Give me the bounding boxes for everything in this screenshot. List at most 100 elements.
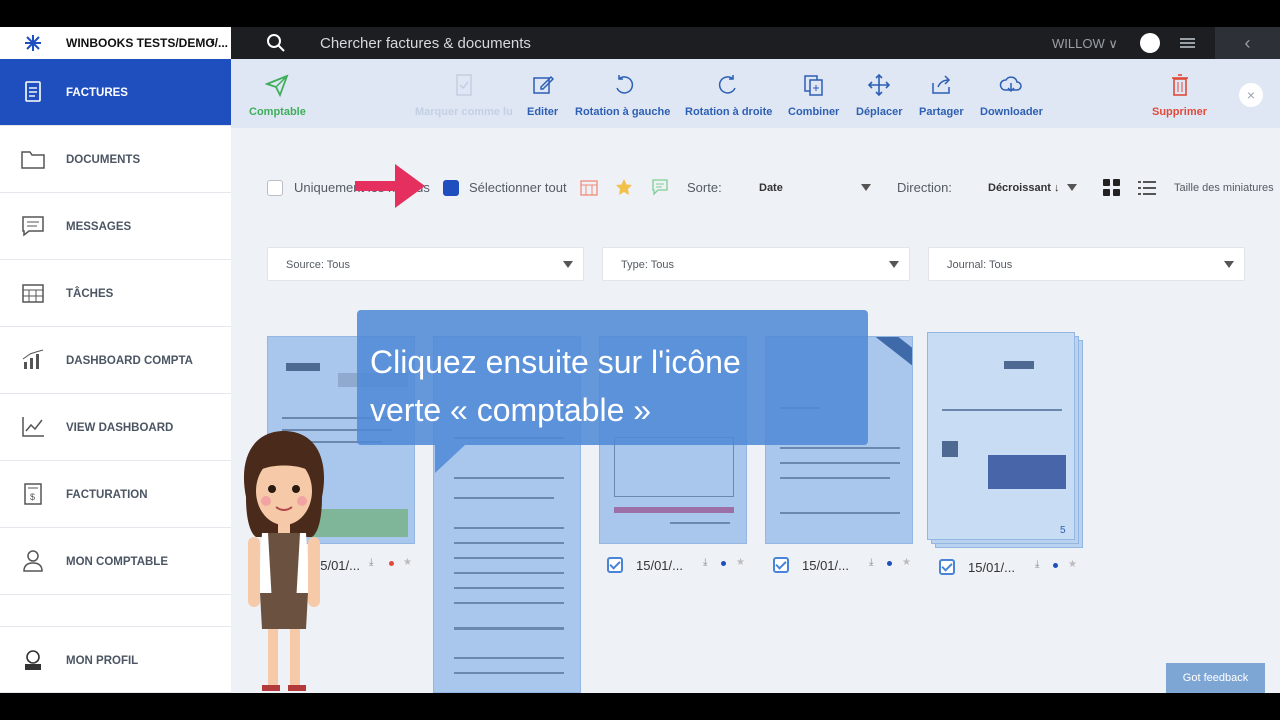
star-icon[interactable]: ★	[403, 557, 412, 568]
sidebar-item-factures[interactable]: FACTURES	[0, 59, 231, 126]
document-check-icon	[456, 74, 472, 96]
share-label: Partager	[919, 106, 964, 118]
sidebar-item-documents[interactable]: DOCUMENTS	[0, 126, 231, 193]
combine-button[interactable]: Combiner	[788, 73, 839, 118]
svg-text:$: $	[30, 492, 35, 502]
feedback-button[interactable]: Got feedback	[1166, 663, 1265, 693]
select-all-checkbox[interactable]	[443, 180, 459, 196]
avatar[interactable]	[1140, 33, 1160, 53]
edit-button[interactable]: Editer	[527, 73, 558, 118]
journal-value: Journal: Tous	[947, 259, 1013, 271]
download-label: Downloader	[980, 106, 1043, 118]
sidebar-item-label: MON COMPTABLE	[66, 556, 169, 568]
sidebar-item-label: VIEW DASHBOARD	[66, 422, 174, 434]
action-toolbar: Comptable Marquer comme lu Editer Rotati…	[231, 59, 1280, 128]
only-unread-checkbox[interactable]	[267, 180, 283, 196]
move-label: Déplacer	[856, 106, 903, 118]
mark-read-button[interactable]: Marquer comme lu	[415, 73, 513, 118]
search-icon[interactable]	[266, 33, 286, 53]
chevron-down-icon	[889, 261, 899, 268]
back-chevron-icon[interactable]: ‹	[210, 33, 215, 51]
source-select[interactable]: Source: Tous	[267, 247, 584, 281]
calendar-filter-icon[interactable]	[580, 178, 598, 196]
sort-select[interactable]: Date	[759, 182, 783, 194]
sidebar-item-label: FACTURATION	[66, 489, 148, 501]
user-menu[interactable]: WILLOW ∨	[1052, 36, 1118, 52]
winbooks-logo-icon	[25, 35, 41, 51]
sidebar-item-label: FACTURES	[66, 87, 128, 99]
sidebar-item-dashboard-compta[interactable]: DASHBOARD COMPTA	[0, 327, 231, 394]
status-dot	[721, 561, 726, 566]
download-icon[interactable]: ⤓	[369, 557, 373, 568]
comptable-label: Comptable	[249, 106, 306, 118]
select-all-label: Sélectionner tout	[469, 180, 567, 195]
status-dot	[887, 561, 892, 566]
star-filter-icon[interactable]	[615, 178, 633, 196]
download-button[interactable]: Downloader	[980, 73, 1043, 118]
edit-label: Editer	[527, 106, 559, 118]
search-input[interactable]: Chercher factures & documents	[320, 35, 531, 52]
sidebar-item-label: TÂCHES	[66, 288, 114, 300]
rotate-right-button[interactable]: Rotation à droite	[685, 73, 772, 118]
chevron-down-icon	[563, 261, 573, 268]
star-icon[interactable]: ★	[902, 557, 911, 568]
type-select[interactable]: Type: Tous	[602, 247, 910, 281]
mark-read-label: Marquer comme lu	[415, 106, 513, 118]
star-icon[interactable]: ★	[1068, 559, 1077, 570]
sort-chevron-down-icon[interactable]	[861, 184, 871, 191]
send-icon	[265, 74, 289, 97]
callout-text: Cliquez ensuite sur l'icône verte « comp…	[370, 338, 741, 434]
close-toolbar-button[interactable]: ×	[1239, 83, 1263, 107]
sidebar-item-mon-profil[interactable]: MON PROFIL	[0, 626, 231, 693]
sidebar-item-mon-comptable[interactable]: MON COMPTABLE	[0, 528, 231, 595]
share-icon	[932, 75, 951, 94]
profile-icon	[25, 650, 41, 670]
move-arrows-icon	[868, 73, 891, 97]
share-button[interactable]: Partager	[919, 73, 964, 118]
document-checkbox[interactable]	[773, 557, 789, 573]
direction-select[interactable]: Décroissant ↓	[988, 182, 1060, 194]
document-checkbox[interactable]	[607, 557, 623, 573]
sidebar-item-label: DASHBOARD COMPTA	[66, 355, 193, 367]
sidebar: FACTURES DOCUMENTS MESSAGES TÂCHES DASHB…	[0, 59, 231, 693]
bar-chart-icon	[22, 349, 44, 369]
comptable-button[interactable]: Comptable	[249, 73, 306, 118]
folder-icon	[21, 151, 45, 169]
journal-select[interactable]: Journal: Tous	[928, 247, 1245, 281]
rotate-left-label: Rotation à gauche	[575, 106, 671, 118]
sidebar-item-facturation[interactable]: $ FACTURATION	[0, 461, 231, 528]
tutorial-callout: Cliquez ensuite sur l'icône verte « comp…	[357, 310, 868, 445]
collapse-panel-button[interactable]: ‹	[1215, 27, 1280, 59]
document-checkbox[interactable]	[939, 559, 955, 575]
sidebar-item-messages[interactable]: MESSAGES	[0, 193, 231, 260]
star-icon[interactable]: ★	[736, 557, 745, 568]
company-switcher[interactable]: WINBOOKS TESTS/DEMO/... ‹	[0, 27, 231, 59]
sidebar-item-label: DOCUMENTS	[66, 154, 141, 166]
sidebar-item-view-dashboard[interactable]: VIEW DASHBOARD	[0, 394, 231, 461]
invoice-icon	[25, 81, 41, 102]
download-icon[interactable]: ⤓	[703, 557, 707, 568]
company-name: WINBOOKS TESTS/DEMO/...	[66, 36, 229, 50]
rotate-left-button[interactable]: Rotation à gauche	[575, 73, 670, 118]
document-thumbnail[interactable]: 5	[927, 332, 1075, 540]
status-dot	[389, 561, 394, 566]
direction-label: Direction:	[897, 180, 952, 195]
hamburger-menu-icon[interactable]	[1180, 38, 1195, 48]
sidebar-item-taches[interactable]: TÂCHES	[0, 260, 231, 327]
delete-button[interactable]: Supprimer	[1152, 73, 1207, 118]
download-icon[interactable]: ⤓	[1035, 559, 1039, 570]
move-button[interactable]: Déplacer	[856, 73, 902, 118]
pointer-arrow-icon	[355, 164, 425, 208]
document-date: 15/01/...	[802, 558, 849, 573]
direction-chevron-down-icon[interactable]	[1067, 184, 1077, 191]
thumbnail-size-label[interactable]: Taille des miniatures	[1174, 182, 1274, 194]
list-view-icon[interactable]	[1138, 180, 1156, 196]
sidebar-item-label: MON PROFIL	[66, 655, 139, 667]
grid-view-icon[interactable]	[1103, 179, 1121, 197]
rotate-left-icon	[615, 75, 633, 94]
callout-line-2: verte « comptable »	[370, 392, 652, 428]
callout-line-1: Cliquez ensuite sur l'icône	[370, 344, 741, 380]
download-icon[interactable]: ⤓	[869, 557, 873, 568]
comment-filter-icon[interactable]	[651, 178, 669, 196]
document-date: 15/01/...	[636, 558, 683, 573]
